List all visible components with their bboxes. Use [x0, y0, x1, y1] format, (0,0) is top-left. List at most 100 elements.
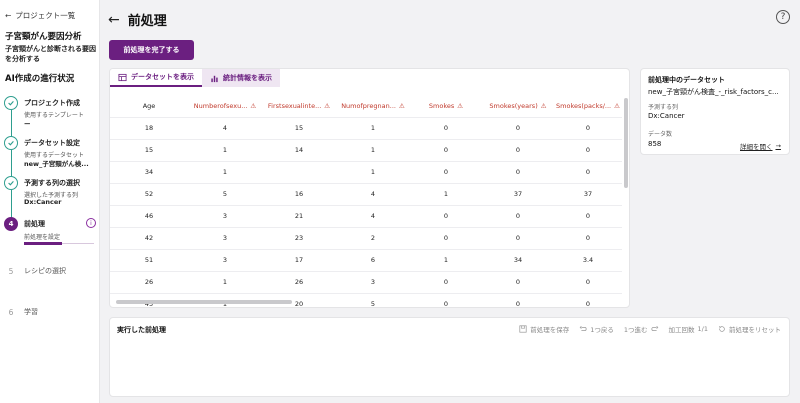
- table-cell[interactable]: 6: [336, 248, 410, 271]
- check-icon: [4, 176, 18, 190]
- table-row: 46 3 21 4 0 0 0: [110, 204, 622, 227]
- step-number: 4: [4, 217, 18, 231]
- step-value: ー: [24, 120, 31, 128]
- finish-preprocessing-button[interactable]: 前処理を完了する: [109, 40, 194, 60]
- table-cell[interactable]: 14: [262, 138, 336, 161]
- column-header[interactable]: Numberofsexu... ⚠: [188, 95, 262, 117]
- info-icon[interactable]: i: [86, 218, 96, 228]
- vertical-scrollbar[interactable]: [624, 98, 628, 188]
- table-cell[interactable]: 42: [110, 226, 188, 249]
- table-cell[interactable]: 0: [482, 292, 554, 307]
- table-cell[interactable]: 0: [482, 270, 554, 293]
- data-count-label: データ数: [648, 131, 673, 138]
- table-cell[interactable]: 4: [336, 182, 410, 205]
- table-cell[interactable]: 0: [554, 116, 622, 139]
- undo-button[interactable]: 1つ戻る: [579, 324, 614, 334]
- column-header-label: Smokes(years): [489, 101, 538, 110]
- table-cell[interactable]: 52: [110, 182, 188, 205]
- column-header-label: Smokes(packs/...: [556, 101, 612, 110]
- table-cell[interactable]: 0: [410, 138, 482, 161]
- table-cell[interactable]: 3: [188, 248, 262, 271]
- column-header[interactable]: Smokes(packs/... ⚠: [554, 95, 622, 117]
- table-cell[interactable]: 15: [110, 138, 188, 161]
- redo-button[interactable]: 1つ進む: [624, 324, 659, 334]
- target-column-value: Dx:Cancer: [648, 112, 685, 120]
- table-cell[interactable]: 0: [482, 204, 554, 227]
- reset-label: 前処理をリセット: [729, 326, 781, 334]
- table-cell[interactable]: 23: [262, 226, 336, 249]
- table-cell[interactable]: 0: [410, 204, 482, 227]
- save-preprocessing-button[interactable]: 前処理を保存: [519, 324, 569, 334]
- table-cell[interactable]: 17: [262, 248, 336, 271]
- table-row: 18 4 15 1 0 0 0: [110, 116, 622, 139]
- table-cell[interactable]: 0: [410, 160, 482, 183]
- reset-preprocessing-button[interactable]: 前処理をリセット: [718, 324, 781, 334]
- table-cell[interactable]: 0: [554, 292, 622, 307]
- data-grid[interactable]: Age Numberofsexu... ⚠ Firstsexualinte... ⚠…: [110, 95, 622, 307]
- back-arrow-icon[interactable]: ←: [108, 12, 120, 28]
- table-cell[interactable]: 2: [336, 226, 410, 249]
- table-cell[interactable]: 1: [410, 182, 482, 205]
- check-icon: [4, 96, 18, 110]
- table-cell[interactable]: 1: [410, 248, 482, 271]
- table-cell[interactable]: 0: [482, 116, 554, 139]
- history-title: 実行した前処理: [117, 326, 166, 334]
- tab-statistics[interactable]: 統計情報を表示: [202, 69, 280, 87]
- table-cell[interactable]: 0: [554, 270, 622, 293]
- column-header[interactable]: Smokes(years) ⚠: [482, 95, 554, 117]
- table-cell[interactable]: 1: [188, 270, 262, 293]
- table-row: 42 3 23 2 0 0 0: [110, 226, 622, 249]
- table-cell[interactable]: 1: [188, 160, 262, 183]
- table-cell[interactable]: 18: [110, 116, 188, 139]
- table-cell[interactable]: 0: [554, 226, 622, 249]
- table-cell[interactable]: 0: [410, 292, 482, 307]
- table-cell[interactable]: 51: [110, 248, 188, 271]
- table-cell[interactable]: 26: [262, 270, 336, 293]
- table-cell[interactable]: 0: [554, 204, 622, 227]
- table-cell[interactable]: 4: [188, 116, 262, 139]
- table-cell[interactable]: 34: [110, 160, 188, 183]
- table-cell[interactable]: 4: [336, 204, 410, 227]
- table-cell[interactable]: 5: [336, 292, 410, 307]
- view-tabs: データセットを表示 統計情報を表示: [110, 69, 280, 87]
- column-header[interactable]: Firstsexualinte... ⚠: [262, 95, 336, 117]
- column-header[interactable]: Numofpregnan... ⚠: [336, 95, 410, 117]
- table-cell[interactable]: 3: [336, 270, 410, 293]
- table-cell[interactable]: 21: [262, 204, 336, 227]
- table-cell[interactable]: 0: [410, 226, 482, 249]
- table-cell[interactable]: 0: [554, 160, 622, 183]
- table-cell[interactable]: 5: [188, 182, 262, 205]
- table-cell[interactable]: 0: [410, 116, 482, 139]
- table-cell[interactable]: [262, 160, 336, 183]
- back-to-projects-link[interactable]: ← プロジェクト一覧: [5, 10, 75, 21]
- column-header[interactable]: Age: [110, 95, 188, 117]
- help-icon[interactable]: ?: [776, 10, 790, 24]
- table-cell[interactable]: 34: [482, 248, 554, 271]
- table-cell[interactable]: 15: [262, 116, 336, 139]
- table-cell[interactable]: 1: [188, 138, 262, 161]
- horizontal-scrollbar[interactable]: [116, 300, 292, 304]
- table-cell[interactable]: 46: [110, 204, 188, 227]
- table-cell[interactable]: 1: [336, 138, 410, 161]
- table-cell[interactable]: 37: [554, 182, 622, 205]
- check-icon: [4, 136, 18, 150]
- table-cell[interactable]: 1: [336, 160, 410, 183]
- table-cell[interactable]: 37: [482, 182, 554, 205]
- undo-label: 1つ戻る: [590, 326, 614, 334]
- table-cell[interactable]: 3: [188, 204, 262, 227]
- table-cell[interactable]: 0: [482, 226, 554, 249]
- table-cell[interactable]: 3.4: [554, 248, 622, 271]
- table-cell[interactable]: 0: [482, 160, 554, 183]
- table-cell[interactable]: 0: [410, 270, 482, 293]
- table-cell[interactable]: 16: [262, 182, 336, 205]
- table-cell[interactable]: 0: [482, 138, 554, 161]
- warning-icon: ⚠: [614, 101, 620, 110]
- tab-dataset[interactable]: データセットを表示: [110, 69, 202, 87]
- column-header[interactable]: Smokes ⚠: [410, 95, 482, 117]
- table-cell[interactable]: 3: [188, 226, 262, 249]
- open-details-link[interactable]: 詳細を開く →: [740, 141, 781, 151]
- table-cell[interactable]: 26: [110, 270, 188, 293]
- table-cell[interactable]: 1: [336, 116, 410, 139]
- page-header: ← 前処理: [108, 10, 167, 30]
- table-cell[interactable]: 0: [554, 138, 622, 161]
